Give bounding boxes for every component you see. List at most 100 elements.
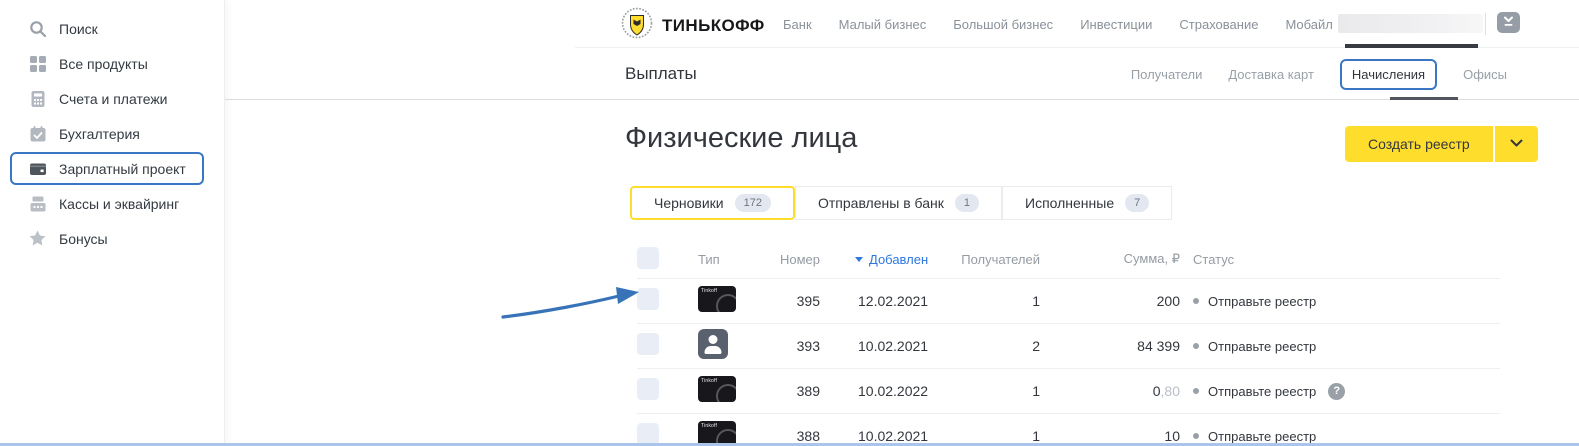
sidebar-item-accounting[interactable]: Бухгалтерия [0, 116, 224, 151]
registry-sum: 0,80 [1152, 383, 1180, 399]
count-badge: 7 [1125, 194, 1150, 212]
create-registry-button[interactable]: Создать реестр [1345, 126, 1493, 162]
registry-sum: 10 [1164, 428, 1180, 444]
create-registry-dropdown-button[interactable] [1494, 126, 1538, 162]
sidebar-item-label: Все продукты [59, 55, 148, 72]
row-checkbox[interactable] [637, 422, 659, 445]
chevron-down-icon [1510, 135, 1523, 153]
filter-tab-label: Исполненные [1025, 195, 1115, 211]
search-icon [28, 19, 47, 38]
sidebar-item-accounts-payments[interactable]: Счета и платежи [0, 81, 224, 116]
calendar-check-icon [28, 124, 47, 143]
top-navigation: Банк Малый бизнес Большой бизнес Инвести… [783, 0, 1373, 48]
registry-status: Отправьте реестр [1180, 429, 1500, 444]
row-checkbox[interactable] [637, 377, 659, 400]
registry-sum: 200 [1156, 293, 1180, 309]
column-header-added-label: Добавлен [869, 251, 929, 267]
filter-tab-label: Отправлены в банк [817, 195, 944, 211]
status-dot-icon [1193, 388, 1199, 394]
registries-table: Тип Номер Добавлен Получателей Сумма, ₽ … [637, 240, 1500, 446]
tab-recipients[interactable]: Получатели [1131, 67, 1203, 82]
sort-desc-icon [855, 256, 863, 262]
table-row[interactable]: Tinkoff 389 10.02.2022 1 0,80 Отправьте … [637, 369, 1500, 414]
sidebar-item-search[interactable]: Поиск [0, 11, 224, 46]
active-tab-underline [1390, 97, 1458, 100]
create-registry-split-button: Создать реестр [1345, 126, 1538, 162]
registry-date: 10.02.2022 [858, 383, 929, 399]
tinkoff-card-icon: Tinkoff [698, 375, 736, 402]
main-content: Физические лица Создать реестр Черновики… [225, 100, 1579, 446]
card-brand-label: Tinkoff [701, 422, 718, 429]
tab-card-delivery[interactable]: Доставка карт [1228, 67, 1314, 82]
sidebar-item-all-products[interactable]: Все продукты [0, 46, 224, 81]
sidebar-item-salary-project[interactable]: Зарплатный проект [10, 152, 204, 185]
nav-item-small-business[interactable]: Малый бизнес [839, 17, 927, 32]
account-name-redacted [1338, 14, 1483, 33]
status-text: Отправьте реестр [1208, 383, 1317, 399]
nav-item-big-business[interactable]: Большой бизнес [953, 17, 1053, 32]
sidebar-item-cash-acquiring[interactable]: Кассы и эквайринг [0, 186, 224, 221]
sidebar-item-label: Зарплатный проект [59, 160, 186, 177]
registry-filter-tabs: Черновики 172 Отправлены в банк 1 Исполн… [630, 186, 1173, 220]
table-row[interactable]: Tinkoff 388 10.02.2021 1 10 Отправьте ре… [637, 414, 1500, 446]
status-dot-icon [1193, 298, 1199, 304]
registry-recipients: 1 [1032, 383, 1040, 399]
column-header-recipients: Получателей [961, 251, 1040, 267]
wallet-icon [28, 159, 47, 178]
status-text: Отправьте реестр [1208, 338, 1317, 354]
registry-date: 10.02.2021 [858, 338, 929, 354]
brand-name: ТИНЬКОФФ [662, 15, 765, 35]
nav-item-investments[interactable]: Инвестиции [1080, 17, 1152, 32]
column-header-number: Номер [779, 251, 820, 267]
status-text: Отправьте реестр [1208, 428, 1317, 444]
annotation-arrow-icon [495, 283, 647, 328]
table-row[interactable]: Tinkoff 395 12.02.2021 1 200 Отправьте р… [637, 279, 1500, 324]
filter-tab-drafts[interactable]: Черновики 172 [630, 186, 795, 220]
registry-date: 12.02.2021 [858, 293, 929, 309]
filter-tab-executed[interactable]: Исполненные 7 [1002, 186, 1173, 220]
filter-tab-sent-to-bank[interactable]: Отправлены в банк 1 [794, 186, 1002, 220]
account-menu-button[interactable] [1497, 12, 1520, 33]
registry-number: 393 [796, 338, 820, 354]
status-dot-icon [1193, 433, 1199, 439]
count-badge: 172 [734, 194, 771, 212]
count-badge: 1 [954, 194, 979, 212]
nav-item-insurance[interactable]: Страхование [1179, 17, 1258, 32]
chevron-down-icon [1502, 14, 1515, 32]
table-row[interactable]: 393 10.02.2021 2 84 399 Отправьте реестр [637, 324, 1500, 369]
section-title: Выплаты [625, 64, 697, 83]
sidebar-item-bonuses[interactable]: Бонусы [0, 221, 224, 256]
section-tabs: Получатели Доставка карт Начисления Офис… [1131, 48, 1507, 100]
column-header-status: Статус [1193, 251, 1235, 267]
nav-item-bank[interactable]: Банк [783, 17, 812, 32]
star-icon [28, 229, 47, 248]
grid-icon [28, 54, 47, 73]
column-header-added[interactable]: Добавлен [820, 252, 940, 267]
tinkoff-card-icon: Tinkoff [698, 285, 736, 312]
nav-item-mobile[interactable]: Мобайл [1285, 17, 1332, 32]
card-brand-label: Tinkoff [701, 377, 718, 384]
tinkoff-crest-icon [621, 7, 653, 44]
sidebar-item-label: Поиск [59, 20, 98, 37]
column-header-type: Тип [698, 251, 720, 267]
tab-accruals[interactable]: Начисления [1339, 58, 1438, 90]
select-all-checkbox[interactable] [637, 246, 659, 269]
registry-number: 389 [796, 383, 820, 399]
row-checkbox[interactable] [637, 332, 659, 355]
registry-status: Отправьте реестр [1180, 339, 1500, 354]
sidebar: Поиск Все продукты Счета и платежи Бухга… [0, 0, 225, 446]
status-text: Отправьте реестр [1208, 293, 1317, 309]
status-dot-icon [1193, 343, 1199, 349]
registry-status: Отправьте реестр? [1180, 382, 1500, 400]
tab-offices[interactable]: Офисы [1463, 67, 1507, 82]
top-header: ТИНЬКОФФ Банк Малый бизнес Большой бизне… [225, 0, 1579, 48]
page-title: Физические лица [625, 122, 858, 154]
brand-logo[interactable]: ТИНЬКОФФ [621, 7, 765, 44]
registry-status: Отправьте реестр [1180, 294, 1500, 309]
sidebar-item-label: Бухгалтерия [59, 125, 140, 142]
help-question-icon[interactable]: ? [1328, 382, 1346, 400]
registry-recipients: 1 [1032, 428, 1040, 444]
column-header-sum: Сумма, ₽ [1123, 251, 1180, 266]
filter-tab-label: Черновики [654, 195, 724, 211]
sidebar-item-label: Бонусы [59, 230, 108, 247]
